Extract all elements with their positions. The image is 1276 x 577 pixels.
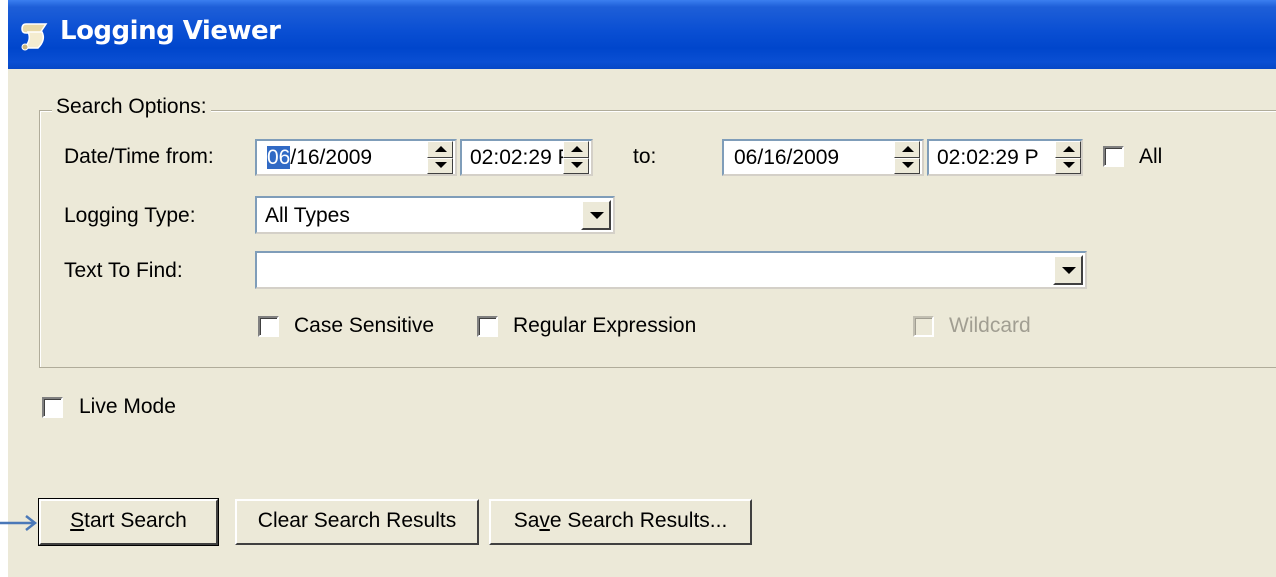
arrow-right-icon bbox=[0, 515, 38, 531]
text-to-find-dropdown-button[interactable] bbox=[1053, 255, 1083, 285]
logging-type-value: All Types bbox=[265, 204, 350, 227]
case-sensitive-checkbox[interactable] bbox=[258, 316, 279, 337]
save-label-pre: Sa bbox=[513, 509, 540, 532]
live-mode-label: Live Mode bbox=[79, 395, 176, 418]
left-margin bbox=[0, 0, 8, 577]
start-search-mnemonic: S bbox=[70, 509, 85, 532]
regular-expression-label: Regular Expression bbox=[513, 314, 697, 337]
clear-search-results-label: Clear Search Results bbox=[257, 509, 457, 532]
date-to-spinner[interactable] bbox=[894, 141, 920, 174]
title-bar[interactable]: Logging Viewer bbox=[8, 0, 1276, 69]
regular-expression-checkbox[interactable] bbox=[477, 316, 498, 337]
logging-type-label: Logging Type: bbox=[64, 204, 196, 227]
scroll-icon bbox=[21, 23, 48, 51]
date-from-rest: /16/2009 bbox=[290, 146, 373, 169]
wildcard-checkbox bbox=[913, 316, 934, 337]
save-label-post: e Search Results... bbox=[549, 509, 728, 532]
date-from-month-selected: 06 bbox=[267, 146, 291, 169]
search-options-legend: Search Options: bbox=[52, 95, 211, 119]
chevron-down-icon bbox=[590, 212, 604, 219]
date-to-value: 06/16/2009 bbox=[734, 146, 840, 169]
logging-type-dropdown[interactable]: All Types bbox=[255, 196, 615, 234]
clear-search-results-button[interactable]: Clear Search Results bbox=[235, 499, 479, 545]
live-mode-checkbox[interactable] bbox=[42, 397, 63, 418]
save-label-mnemonic: v bbox=[539, 509, 550, 532]
time-to-value: 02:02:29 P bbox=[937, 146, 1039, 169]
all-checkbox[interactable] bbox=[1103, 146, 1124, 167]
logging-viewer-window: Logging Viewer Search Options: Date/Time… bbox=[0, 0, 1276, 577]
logging-type-dropdown-button[interactable] bbox=[581, 200, 611, 230]
to-label: to: bbox=[633, 145, 657, 168]
start-search-label: tart Search bbox=[84, 509, 187, 532]
case-sensitive-label: Case Sensitive bbox=[294, 314, 435, 337]
all-label: All bbox=[1139, 145, 1163, 168]
start-search-button[interactable]: Start Search bbox=[38, 498, 219, 546]
time-to-spinner[interactable] bbox=[1055, 141, 1081, 174]
text-to-find-combobox[interactable] bbox=[255, 251, 1087, 289]
date-from-spinner[interactable] bbox=[427, 141, 453, 174]
save-search-results-button[interactable]: Save Search Results... bbox=[489, 499, 752, 545]
time-from-value: 02:02:29 P bbox=[470, 146, 572, 169]
chevron-down-icon bbox=[1062, 267, 1076, 274]
window-title: Logging Viewer bbox=[60, 16, 281, 46]
wildcard-label: Wildcard bbox=[949, 314, 1031, 337]
time-from-spinner[interactable] bbox=[563, 141, 589, 174]
date-time-from-label: Date/Time from: bbox=[64, 145, 214, 168]
text-to-find-label: Text To Find: bbox=[64, 259, 183, 282]
